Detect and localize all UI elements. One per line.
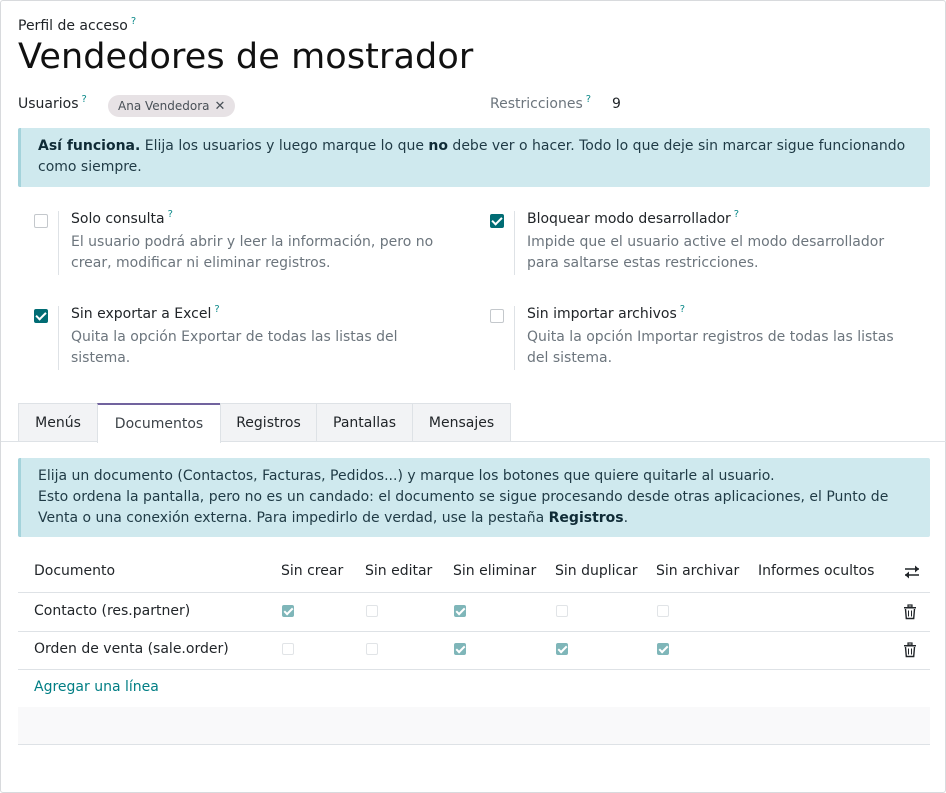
no-create-checkbox[interactable] (282, 605, 294, 617)
table-header: Documento Sin crear Sin editar Sin elimi… (18, 552, 930, 593)
document-cell[interactable]: Contacto (res.partner) (34, 603, 190, 619)
option-title: Bloquear modo desarrollador? (527, 209, 740, 227)
tab-screens[interactable]: Pantallas (316, 403, 413, 441)
option-block-developer-mode: Bloquear modo desarrollador? Impide que … (490, 209, 910, 275)
remove-tag-icon[interactable]: ✕ (215, 99, 226, 114)
empty-row (18, 707, 930, 745)
users-label: Usuarios? (18, 94, 87, 112)
alert-emphasis: no (428, 138, 448, 154)
option-title: Solo consulta? (71, 209, 173, 227)
column-header-no-edit[interactable]: Sin editar (365, 563, 432, 579)
alert-text: Esto ordena la pantalla, pero no es un c… (38, 489, 889, 526)
no-export-checkbox[interactable] (34, 309, 48, 323)
records-tab-reference: Registros (548, 510, 624, 526)
option-title: Sin exportar a Excel? (71, 304, 220, 322)
option-no-export: Sin exportar a Excel? Quita la opción Ex… (34, 304, 454, 370)
column-header-hidden-reports[interactable]: Informes ocultos (758, 563, 874, 579)
form-view: Perfil de acceso? Vendedores de mostrado… (0, 0, 946, 793)
column-header-no-delete[interactable]: Sin eliminar (453, 563, 536, 579)
no-duplicate-checkbox[interactable] (556, 643, 568, 655)
field-label-access-profile: Perfil de acceso? (18, 16, 137, 34)
help-icon[interactable]: ? (586, 94, 591, 105)
trash-icon[interactable] (903, 604, 917, 620)
tab-records[interactable]: Registros (220, 403, 317, 441)
alert-text: Elija un documento (Contactos, Facturas,… (38, 468, 775, 484)
divider (514, 306, 515, 370)
page-title[interactable]: Vendedores de mostrador (18, 37, 473, 77)
document-cell[interactable]: Orden de venta (sale.order) (34, 641, 229, 657)
no-edit-checkbox[interactable] (366, 643, 378, 655)
no-delete-checkbox[interactable] (454, 605, 466, 617)
option-no-import: Sin importar archivos? Quita la opción I… (490, 304, 910, 370)
column-header-no-archive[interactable]: Sin archivar (656, 563, 739, 579)
restrictions-count: 9 (612, 96, 621, 112)
no-archive-checkbox[interactable] (657, 643, 669, 655)
option-description: El usuario podrá abrir y leer la informa… (71, 234, 434, 271)
option-description: Quita la opción Importar registros de to… (527, 329, 894, 366)
no-delete-checkbox[interactable] (454, 643, 466, 655)
option-read-only: Solo consulta? El usuario podrá abrir y … (34, 209, 454, 275)
option-title: Sin importar archivos? (527, 304, 686, 322)
help-icon[interactable]: ? (214, 304, 219, 315)
no-create-checkbox[interactable] (282, 643, 294, 655)
divider (514, 211, 515, 275)
no-duplicate-checkbox[interactable] (556, 605, 568, 617)
help-icon[interactable]: ? (680, 304, 685, 315)
table-row[interactable]: Contacto (res.partner) (18, 593, 930, 632)
help-icon[interactable]: ? (82, 94, 87, 105)
help-icon[interactable]: ? (168, 209, 173, 220)
divider (58, 211, 59, 275)
column-header-no-create[interactable]: Sin crear (281, 563, 343, 579)
alert-lead: Así funciona. (38, 138, 141, 154)
tab-documents[interactable]: Documentos (97, 403, 221, 443)
tab-messages[interactable]: Mensajes (412, 403, 511, 441)
no-archive-checkbox[interactable] (657, 605, 669, 617)
user-tag-label: Ana Vendedora (118, 99, 210, 113)
block-developer-mode-checkbox[interactable] (490, 214, 504, 228)
divider (58, 306, 59, 370)
read-only-checkbox[interactable] (34, 214, 48, 228)
option-description: Quita la opción Exportar de todas las li… (71, 329, 398, 366)
documents-info-alert: Elija un documento (Contactos, Facturas,… (18, 458, 930, 537)
column-header-no-duplicate[interactable]: Sin duplicar (555, 563, 638, 579)
info-alert: Así funciona. Elija los usuarios y luego… (18, 128, 930, 187)
no-edit-checkbox[interactable] (366, 605, 378, 617)
add-line-link[interactable]: Agregar una línea (34, 679, 159, 695)
trash-icon[interactable] (903, 642, 917, 658)
user-tag[interactable]: Ana Vendedora ✕ (108, 95, 236, 117)
tab-menus[interactable]: Menús (18, 403, 98, 441)
column-header-document[interactable]: Documento (34, 563, 115, 579)
table-row[interactable]: Orden de venta (sale.order) (18, 631, 930, 670)
restrictions-label: Restricciones? (490, 94, 592, 112)
help-icon[interactable]: ? (131, 16, 136, 27)
no-import-checkbox[interactable] (490, 309, 504, 323)
add-line-row: Agregar una línea (18, 669, 930, 708)
alert-text: Elija los usuarios y luego marque lo que (140, 138, 429, 154)
option-description: Impide que el usuario active el modo des… (527, 234, 885, 271)
help-icon[interactable]: ? (734, 209, 739, 220)
optional-columns-icon[interactable] (904, 564, 920, 580)
